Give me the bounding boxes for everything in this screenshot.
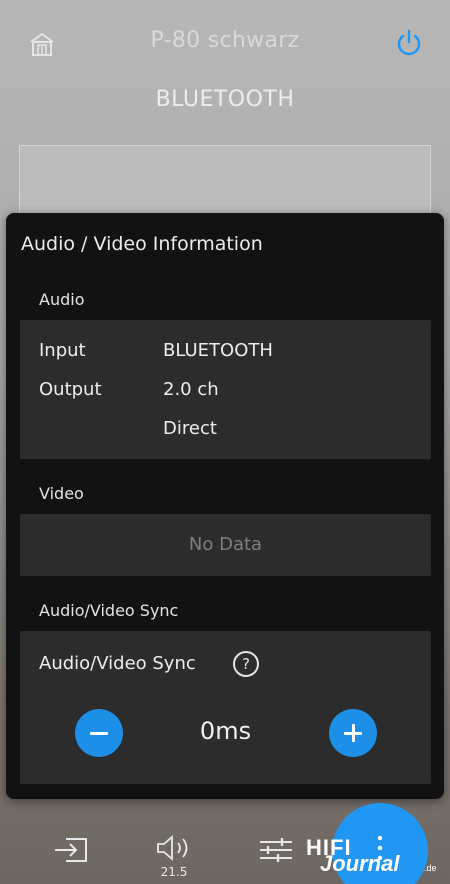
equalizer-icon[interactable] [258,835,294,865]
audio-input-value: BLUETOOTH [163,340,273,361]
input-icon[interactable] [52,835,90,865]
audio-mode-value: Direct [163,418,217,439]
audio-output-key: Output [39,379,102,400]
watermark-line2: Journal [320,851,400,876]
power-icon[interactable] [394,28,424,58]
sync-increase-button[interactable] [329,709,377,757]
sync-card: Audio/Video Sync ? 0ms [20,631,431,784]
av-info-dialog: Audio / Video Information Audio Input BL… [6,213,444,799]
video-card: No Data [20,514,431,576]
video-no-data: No Data [188,534,263,555]
help-icon[interactable]: ? [233,651,259,677]
audio-card: Input BLUETOOTH Output 2.0 ch Direct [20,320,431,459]
audio-input-key: Input [39,340,86,361]
volume-value: 21.5 [160,865,188,879]
video-section-label: Video [39,484,84,503]
bottom-bar: 21.5 HIFI Journal .de [0,803,450,884]
volume-icon[interactable] [155,833,195,863]
audio-output-value: 2.0 ch [163,379,219,400]
watermark-suffix: .de [424,863,437,873]
sync-section-label: Audio/Video Sync [39,601,179,620]
device-title: P-80 schwarz [150,28,300,53]
audio-section-label: Audio [39,290,85,309]
top-bar: P-80 schwarz [0,0,450,90]
dialog-title: Audio / Video Information [21,233,263,255]
source-title: BLUETOOTH [155,87,295,112]
watermark-logo: HIFI Journal .de [306,835,450,884]
sync-label: Audio/Video Sync [39,653,196,674]
